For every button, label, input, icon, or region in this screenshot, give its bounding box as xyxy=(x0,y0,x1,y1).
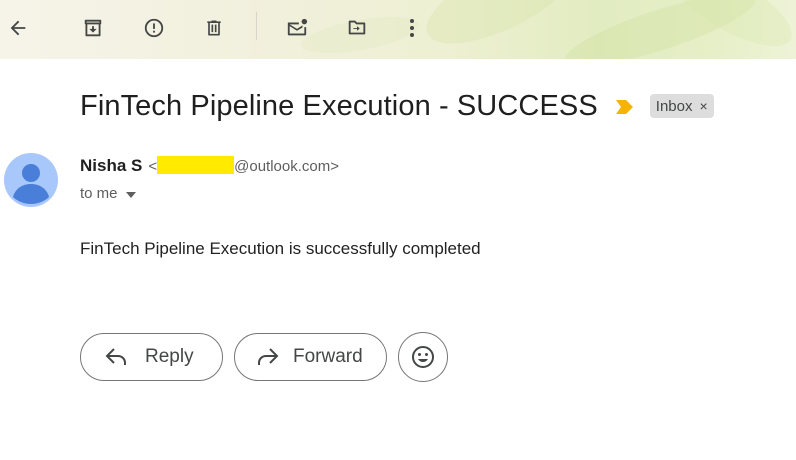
toolbar-divider xyxy=(256,12,257,40)
email-toolbar xyxy=(0,0,796,59)
emoji-reaction-button[interactable] xyxy=(398,332,448,382)
forward-label: Forward xyxy=(293,346,363,367)
label-text: Inbox xyxy=(655,97,693,115)
email-body: FinTech Pipeline Execution is successful… xyxy=(80,239,481,258)
move-to-icon[interactable] xyxy=(339,10,375,46)
reply-icon xyxy=(105,348,129,366)
archive-icon[interactable] xyxy=(75,10,111,46)
chevron-down-icon[interactable] xyxy=(125,185,136,202)
reply-button[interactable]: Reply xyxy=(80,333,223,381)
recipient-label: to me xyxy=(80,185,118,202)
forward-icon xyxy=(255,348,279,366)
sender-name[interactable]: Nisha S xyxy=(80,156,142,176)
redacted-email-user xyxy=(157,156,235,174)
sender-email: < @outlook.com> xyxy=(148,156,339,175)
more-options-icon[interactable] xyxy=(394,10,430,46)
sender-email-domain: @outlook.com> xyxy=(234,158,339,175)
subject-row: FinTech Pipeline Execution - SUCCESS Inb… xyxy=(80,86,714,126)
back-arrow-icon[interactable] xyxy=(0,10,36,46)
mark-unread-icon[interactable] xyxy=(279,10,315,46)
inbox-label-chip[interactable]: Inbox × xyxy=(649,94,714,118)
sender-email-open-bracket: < xyxy=(148,158,158,175)
smiley-icon xyxy=(411,345,435,369)
reply-label: Reply xyxy=(145,346,194,367)
delete-icon[interactable] xyxy=(196,10,232,46)
important-marker-icon[interactable] xyxy=(615,100,634,114)
sender-row: Nisha S < @outlook.com> xyxy=(80,156,339,176)
email-subject: FinTech Pipeline Execution - SUCCESS xyxy=(80,89,598,122)
report-spam-icon[interactable] xyxy=(136,10,172,46)
recipient-details-toggle[interactable]: to me xyxy=(80,185,136,202)
avatar[interactable] xyxy=(4,153,58,207)
remove-label-icon[interactable]: × xyxy=(699,98,707,114)
forward-button[interactable]: Forward xyxy=(234,333,387,381)
